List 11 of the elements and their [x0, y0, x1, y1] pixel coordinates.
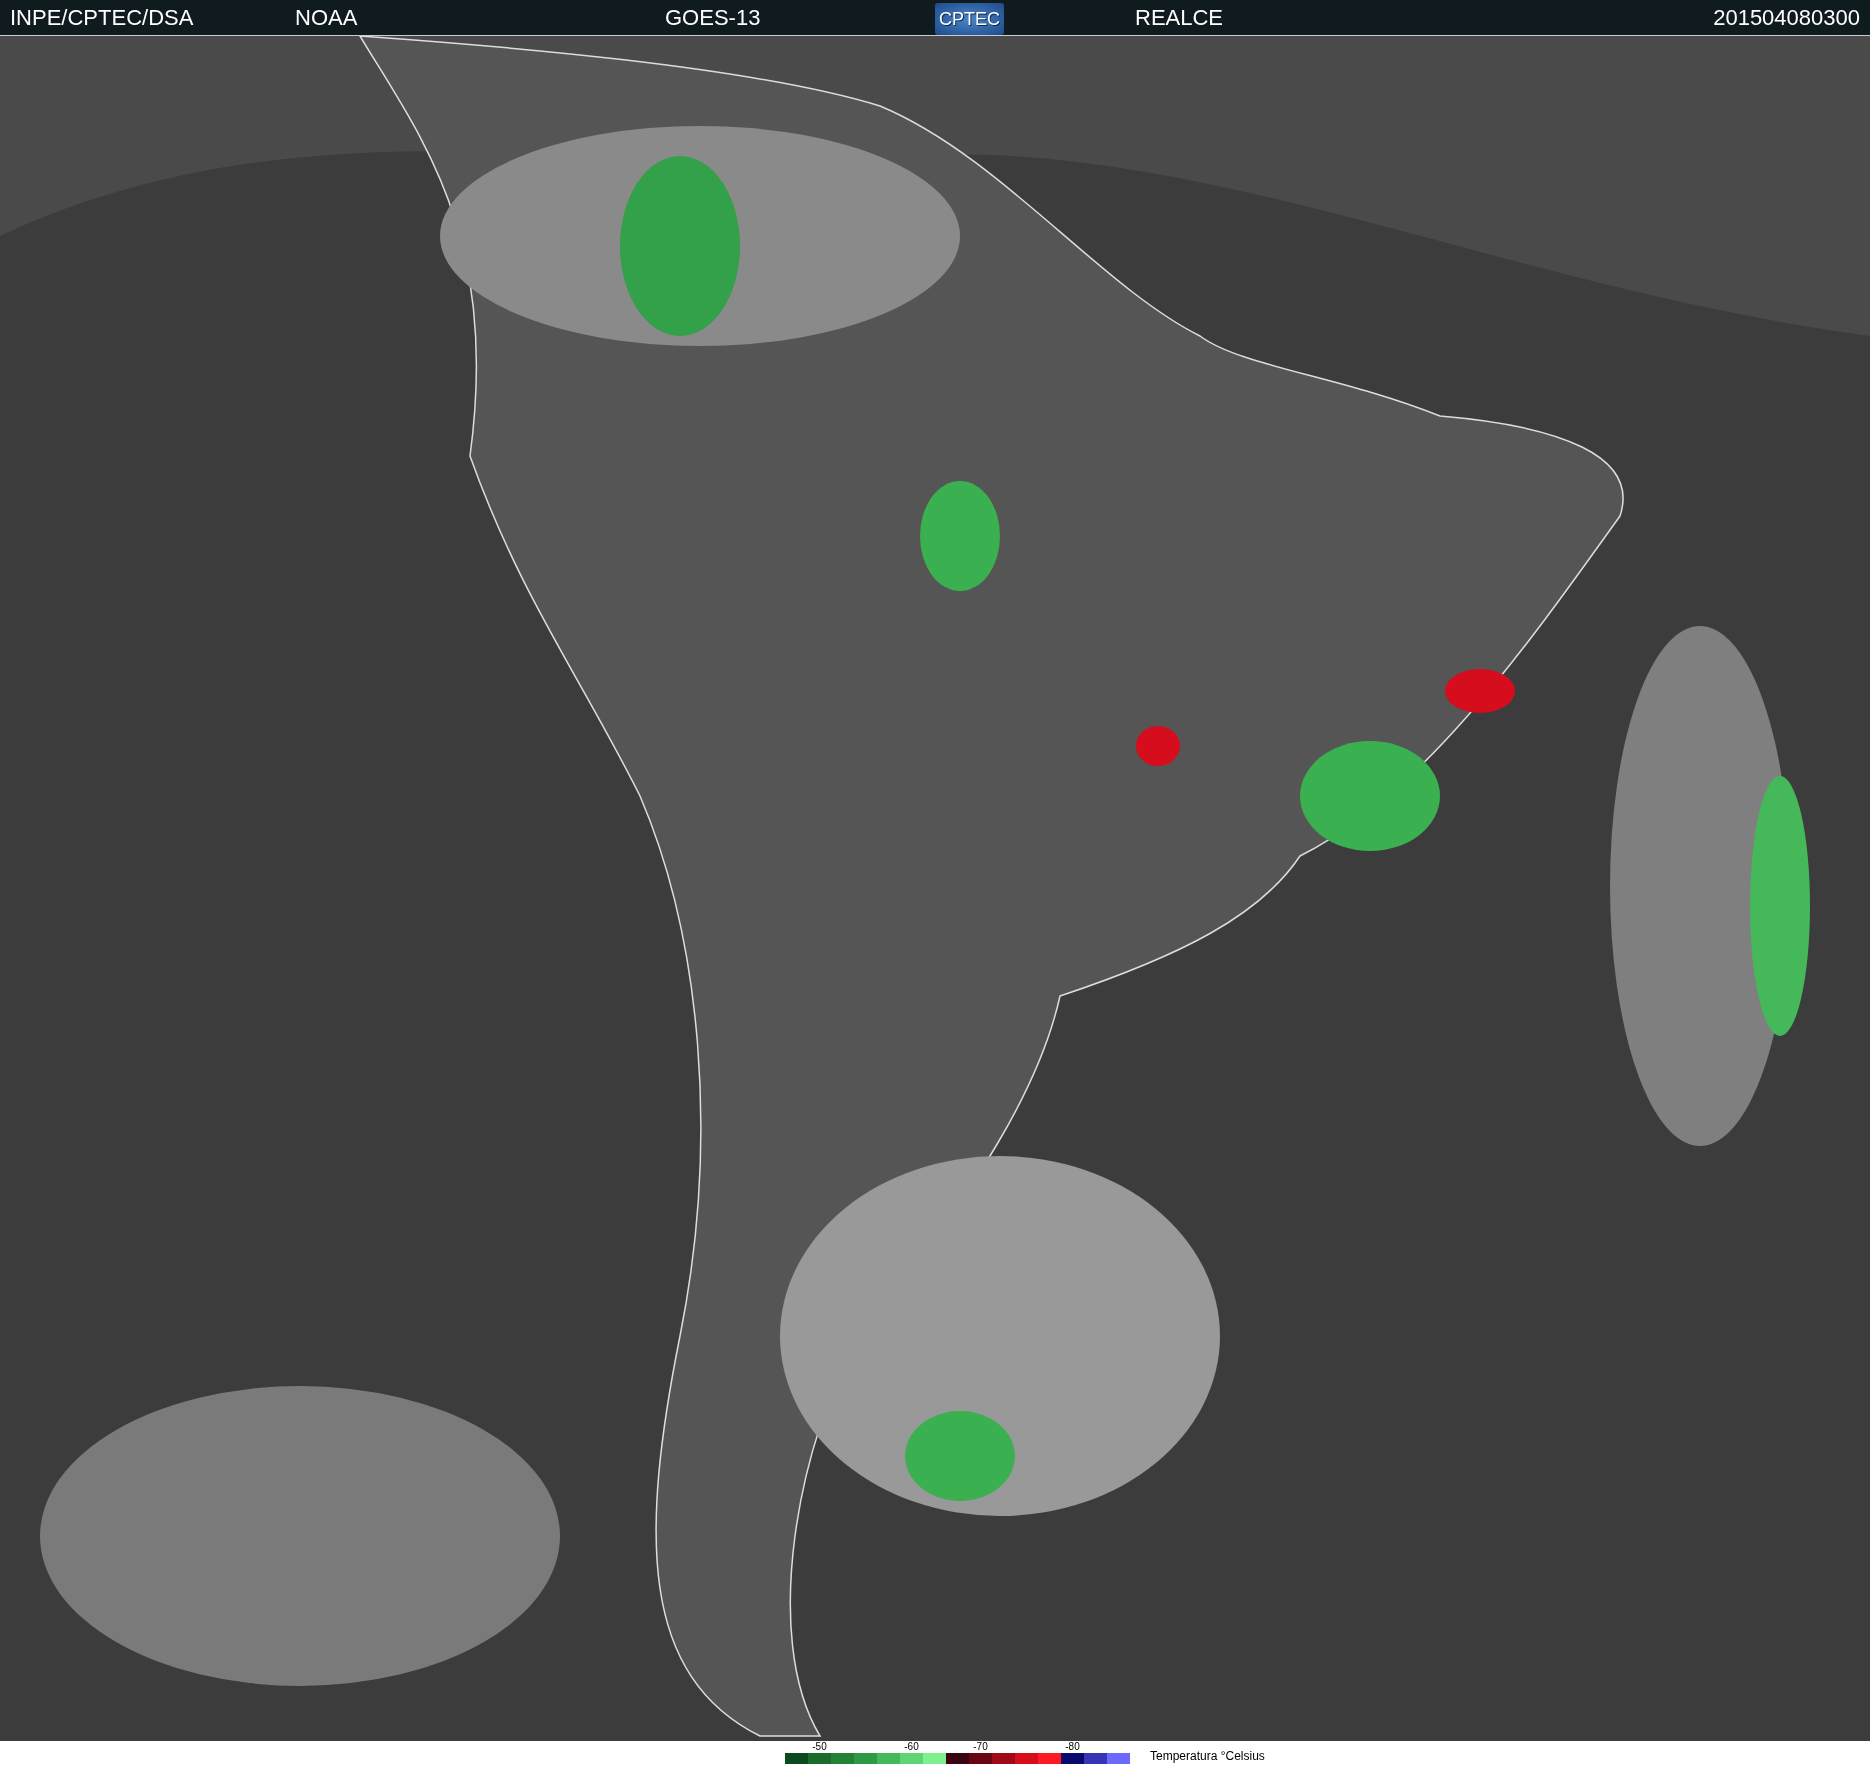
- header-label: 201504080300: [1713, 4, 1860, 30]
- legend-title: Temperatura °Celsius: [1150, 1749, 1265, 1763]
- logo: CPTEC: [935, 2, 1004, 35]
- header-label: NOAA: [295, 4, 358, 30]
- header-label: REALCE: [1135, 4, 1224, 30]
- header-label: INPE/CPTEC/DSA: [10, 4, 194, 30]
- scale-label: -60: [904, 1741, 919, 1752]
- scale-label: -50: [812, 1741, 827, 1752]
- scale-label: -80: [1065, 1741, 1080, 1752]
- scale-label: -70: [973, 1741, 988, 1752]
- header-label: GOES-13: [665, 4, 761, 30]
